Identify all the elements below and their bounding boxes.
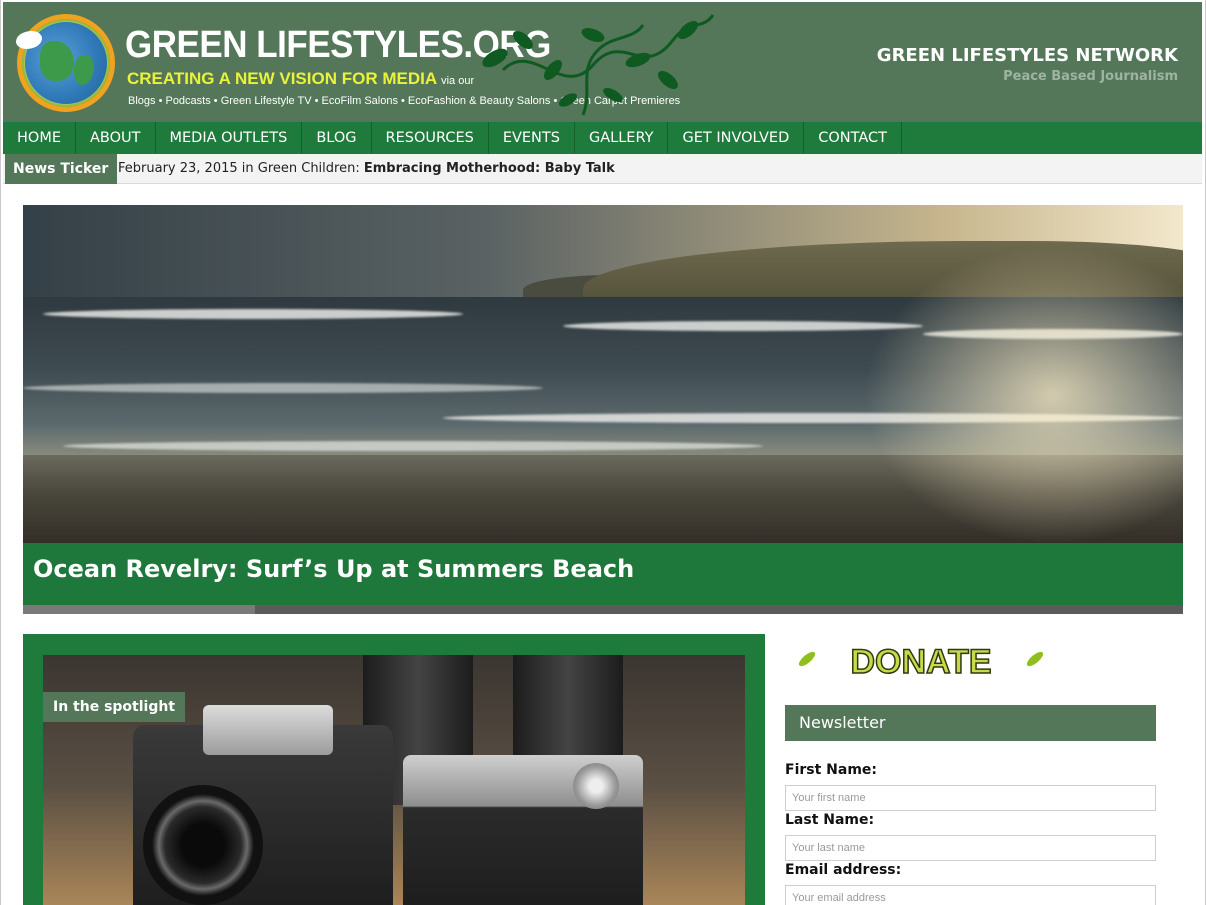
ticker-label: News Ticker — [5, 154, 118, 184]
spotlight-badge: In the spotlight — [43, 692, 186, 722]
tagline-suffix: via our — [441, 75, 475, 87]
spotlight-panel: In the spotlight — [23, 634, 765, 905]
nav-item-events[interactable]: EVENTS — [489, 122, 575, 154]
slider-progress-fill — [23, 605, 255, 614]
network-subtitle: Peace Based Journalism — [1003, 69, 1178, 84]
spotlight-image[interactable]: In the spotlight — [43, 655, 745, 905]
newsletter-title: Newsletter — [799, 713, 886, 732]
hero-slider[interactable]: Ocean Revelry: Surf’s Up at Summers Beac… — [23, 205, 1183, 605]
camera-graphic — [133, 705, 393, 905]
nav-item-media-outlets[interactable]: MEDIA OUTLETS — [156, 122, 303, 154]
first-name-field[interactable] — [785, 785, 1156, 811]
ticker-date-category: February 23, 2015 in Green Children: — [118, 161, 360, 176]
email-label: Email address: — [785, 862, 902, 878]
network-title: GREEN LIFESTYLES NETWORK — [876, 45, 1178, 66]
slider-progress-bar — [23, 605, 1183, 614]
camera-dial — [573, 763, 619, 809]
camera-graphic — [403, 755, 643, 905]
last-name-field[interactable] — [785, 835, 1156, 861]
tagline-text: CREATING A NEW VISION FOR MEDIA — [127, 69, 438, 88]
first-name-label: First Name: — [785, 762, 878, 778]
nav-item-about[interactable]: ABOUT — [76, 122, 156, 154]
nav-item-resources[interactable]: RESOURCES — [372, 122, 489, 154]
hero-sun-glow — [863, 245, 1183, 545]
main-nav: HOME ABOUT MEDIA OUTLETS BLOG RESOURCES … — [3, 122, 1202, 154]
camera-lens — [143, 785, 263, 905]
nav-item-get-involved[interactable]: GET INVOLVED — [668, 122, 805, 154]
wave — [23, 383, 543, 393]
hero-title[interactable]: Ocean Revelry: Surf’s Up at Summers Beac… — [33, 555, 634, 583]
donate-button[interactable]: DONATE — [795, 641, 1047, 683]
nav-item-contact[interactable]: CONTACT — [804, 122, 903, 154]
wave — [43, 309, 463, 319]
wave — [63, 441, 763, 451]
nav-item-home[interactable]: HOME — [3, 122, 76, 154]
ticker-item[interactable]: February 23, 2015 in Green Children: Emb… — [118, 154, 615, 184]
newsletter-header: Newsletter — [785, 705, 1156, 741]
news-ticker: News Ticker February 23, 2015 in Green C… — [3, 154, 1202, 184]
vine-decoration — [482, 14, 715, 116]
site-tagline: CREATING A NEW VISION FOR MEDIA via our — [127, 69, 474, 89]
email-field[interactable] — [785, 885, 1156, 905]
hero-caption[interactable]: Ocean Revelry: Surf’s Up at Summers Beac… — [23, 543, 1183, 605]
nav-item-blog[interactable]: BLOG — [302, 122, 372, 154]
nav-item-gallery[interactable]: GALLERY — [575, 122, 669, 154]
last-name-label: Last Name: — [785, 812, 875, 828]
site-header: GREEN LIFESTYLES.ORG CREATING A NEW VISI… — [3, 2, 1202, 122]
logo-land — [40, 41, 74, 81]
page: GREEN LIFESTYLES.ORG CREATING A NEW VISI… — [0, 0, 1206, 905]
donate-label: DONATE — [850, 643, 991, 681]
site-logo[interactable] — [16, 14, 115, 112]
camera-top — [203, 705, 333, 755]
ticker-headline[interactable]: Embracing Motherhood: Baby Talk — [364, 161, 615, 176]
